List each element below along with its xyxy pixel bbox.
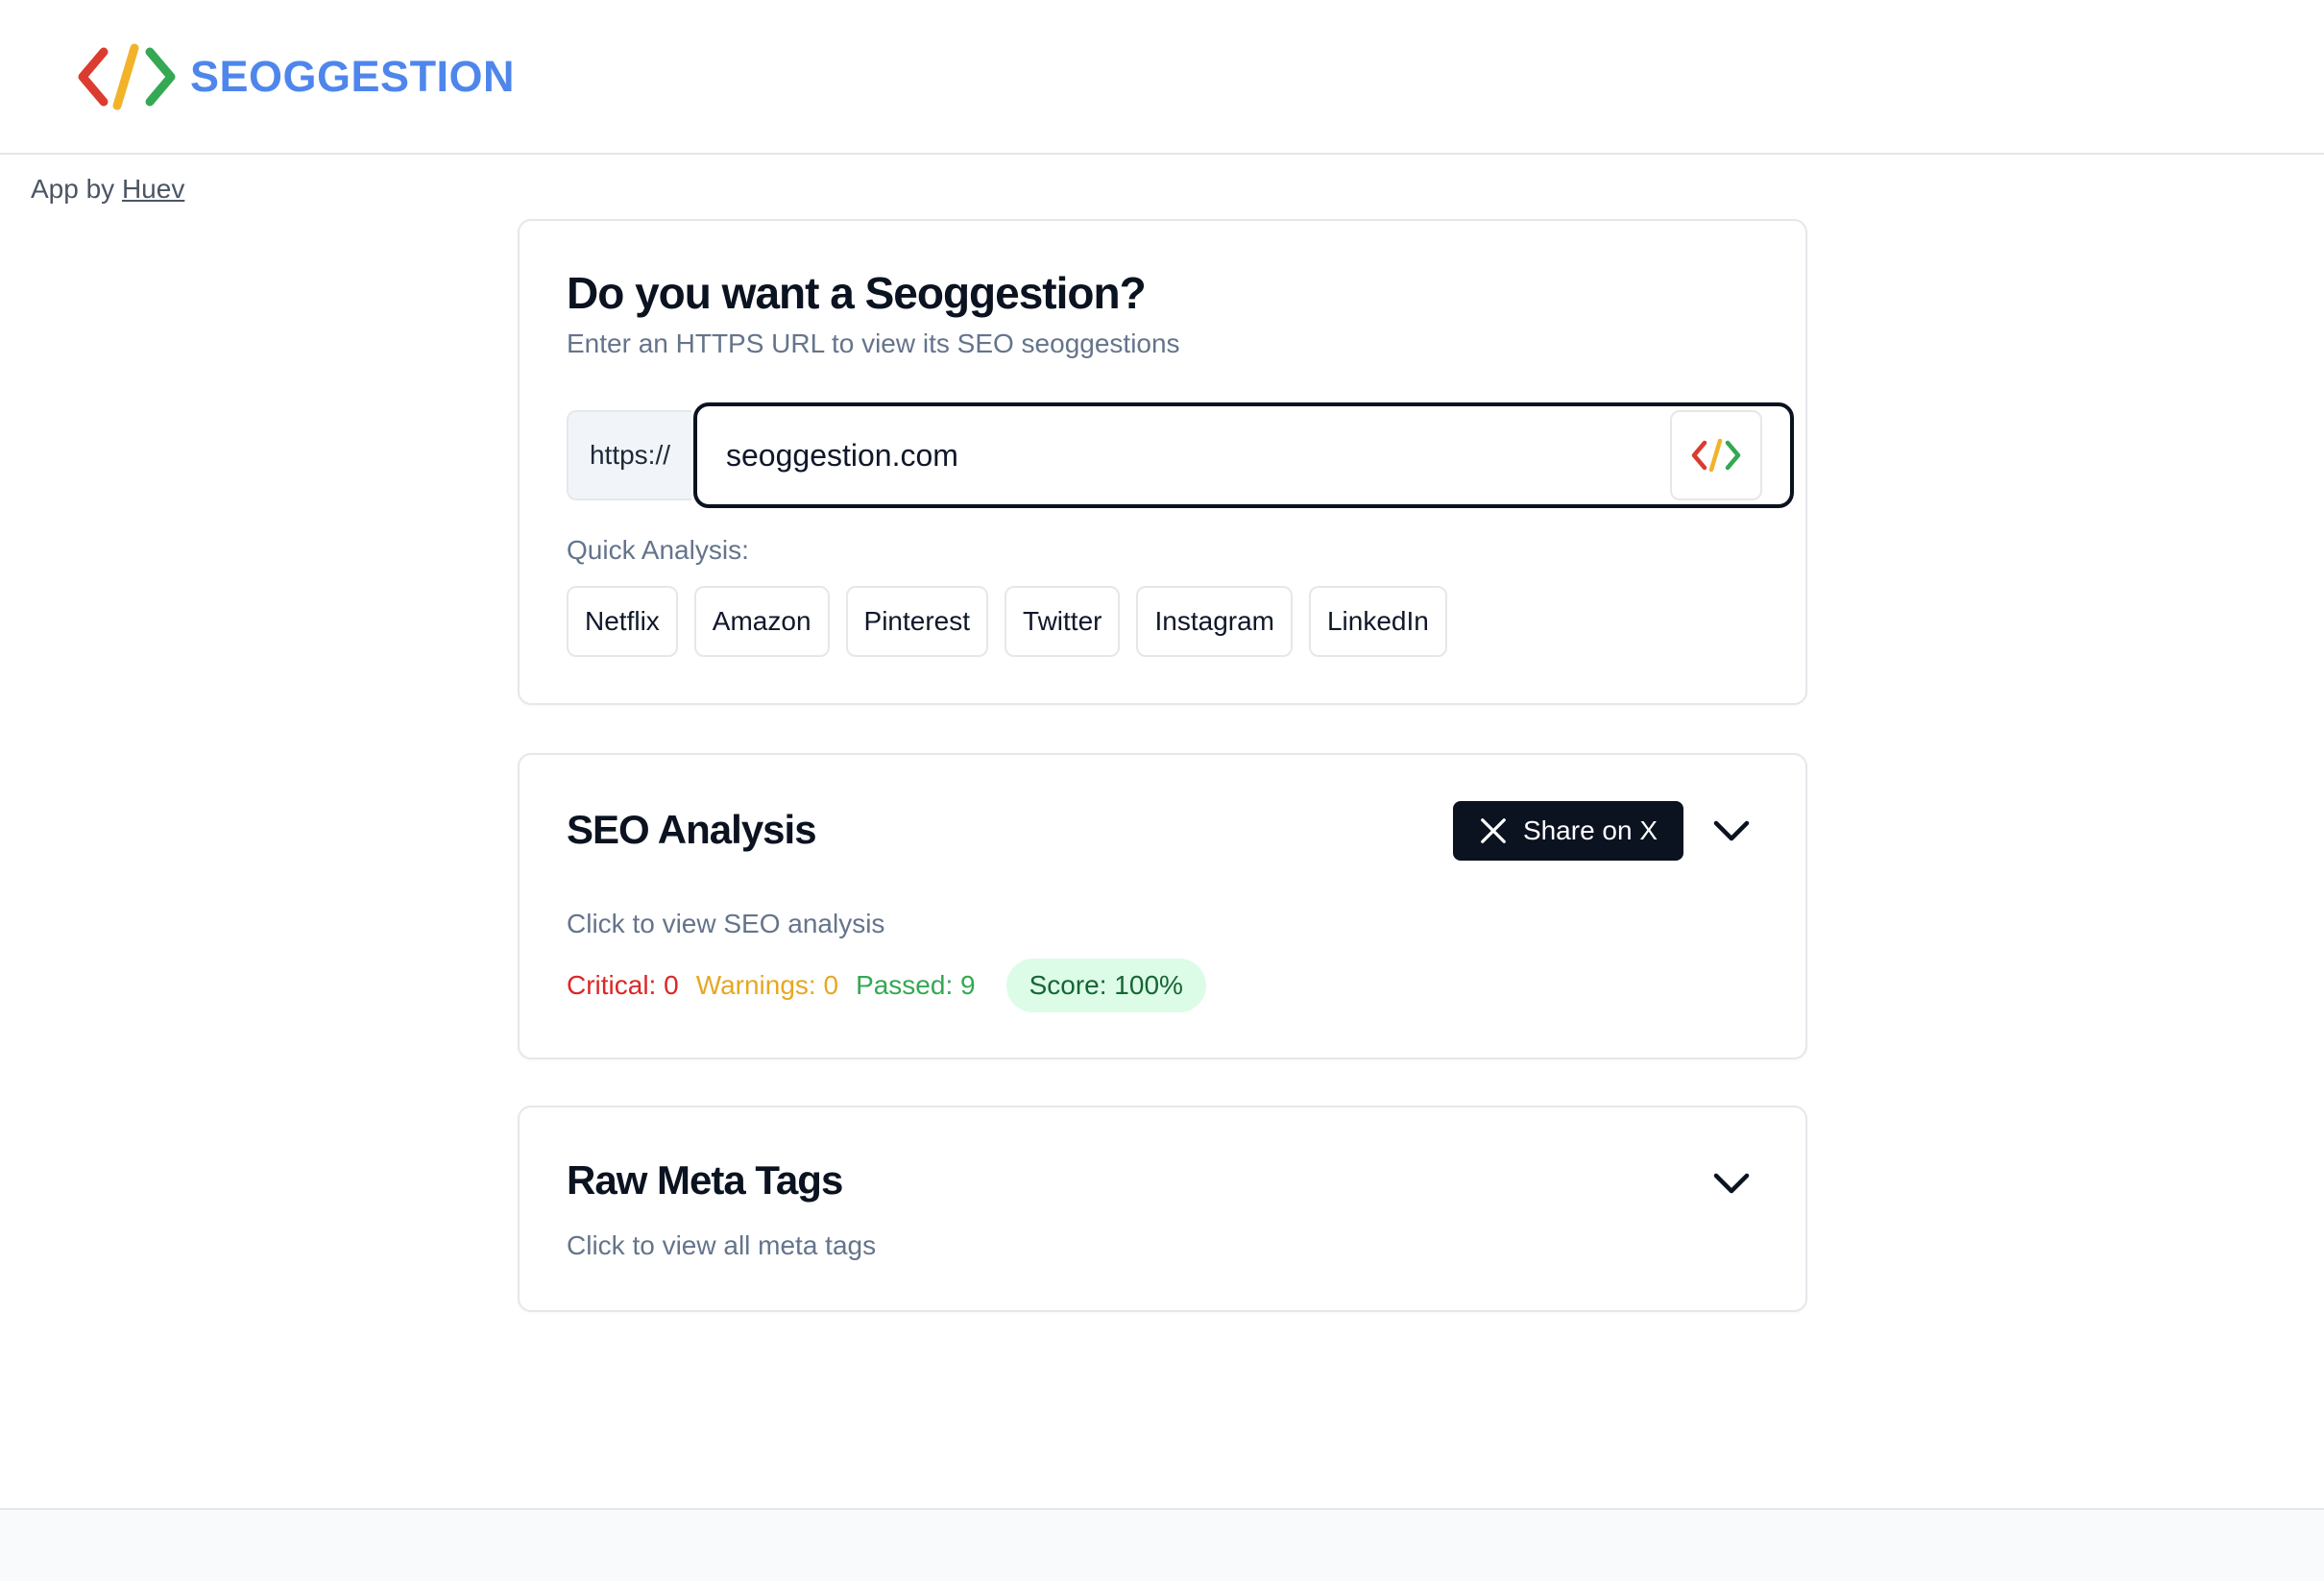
- credit-author-link[interactable]: Huev: [122, 174, 184, 204]
- chevron-down-icon: [1713, 1173, 1750, 1194]
- quick-site-amazon[interactable]: Amazon: [693, 586, 830, 657]
- meta-expand-toggle[interactable]: [1707, 1159, 1755, 1207]
- app-credit: App by Huev: [31, 174, 184, 205]
- seo-expand-toggle[interactable]: [1707, 807, 1755, 855]
- quick-site-twitter[interactable]: Twitter: [1005, 586, 1121, 657]
- code-brackets-icon: [78, 43, 176, 110]
- brand-name: SEOGGESTION: [190, 52, 516, 101]
- quick-site-pinterest[interactable]: Pinterest: [845, 586, 989, 657]
- brand-logo[interactable]: SEOGGESTION: [77, 42, 515, 111]
- footer: [0, 1508, 2324, 1581]
- warnings-count: Warnings: 0: [695, 970, 839, 1000]
- raw-meta-tags-title: Raw Meta Tags: [567, 1157, 843, 1203]
- passed-count: Passed: 9: [856, 970, 976, 1000]
- seo-analysis-subtitle: Click to view SEO analysis: [567, 909, 885, 938]
- raw-meta-tags-card[interactable]: Raw Meta Tags Click to view all meta tag…: [518, 1106, 1807, 1312]
- header: SEOGGESTION: [0, 0, 2324, 155]
- analyze-button[interactable]: [1670, 410, 1762, 500]
- page-subtitle: Enter an HTTPS URL to view its SEO seogg…: [567, 328, 1180, 358]
- page-title: Do you want a Seoggestion?: [567, 268, 1147, 318]
- score-badge: Score: 100%: [1005, 959, 1206, 1012]
- url-prefix: https://: [567, 410, 691, 500]
- seo-analysis-title: SEO Analysis: [567, 807, 817, 852]
- search-card: Do you want a Seoggestion? Enter an HTTP…: [518, 219, 1807, 705]
- url-input[interactable]: [693, 402, 1794, 508]
- raw-meta-tags-subtitle: Click to view all meta tags: [567, 1230, 877, 1260]
- quick-analysis-label: Quick Analysis:: [567, 535, 749, 565]
- share-label: Share on X: [1522, 815, 1658, 845]
- code-brackets-icon: [1691, 438, 1741, 473]
- quick-site-instagram[interactable]: Instagram: [1136, 586, 1293, 657]
- seo-analysis-card[interactable]: SEO Analysis Share on X Click to view SE…: [518, 753, 1807, 1059]
- quick-site-netflix[interactable]: Netflix: [567, 586, 678, 657]
- quick-site-linkedin[interactable]: LinkedIn: [1308, 586, 1447, 657]
- credit-prefix: App by: [31, 174, 115, 204]
- chevron-down-icon: [1713, 820, 1750, 841]
- x-logo-icon: [1481, 818, 1506, 843]
- critical-count: Critical: 0: [567, 970, 679, 1000]
- seo-stats: Critical: 0 Warnings: 0 Passed: 9 Score:…: [567, 959, 1206, 1012]
- quick-analysis-list: Netflix Amazon Pinterest Twitter Instagr…: [567, 586, 1447, 657]
- share-on-x-button[interactable]: Share on X: [1453, 801, 1683, 861]
